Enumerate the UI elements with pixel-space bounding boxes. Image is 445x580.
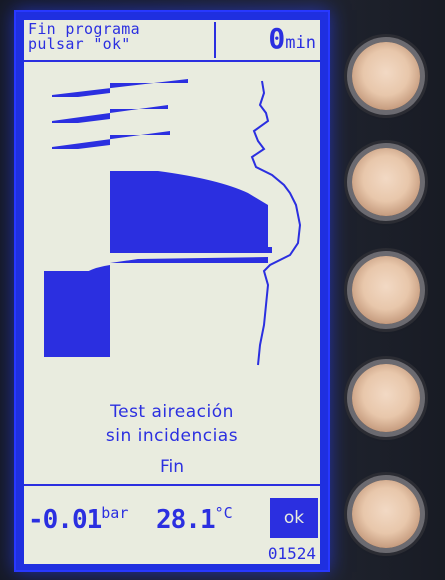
aeration-graph xyxy=(38,75,308,375)
screen-footer: -0.01bar 28.1°C ok 01524 xyxy=(24,484,320,564)
remaining-time: 0min xyxy=(220,22,316,58)
temperature-reading: 28.1°C xyxy=(156,504,233,535)
result-text: Test aireación sin incidencias xyxy=(24,400,320,448)
time-unit: min xyxy=(285,33,316,53)
serial-number: 01524 xyxy=(267,544,316,563)
lcd-screen: Fin programa pulsar "ok" 0min Test airea… xyxy=(24,20,320,564)
pressure-reading: -0.01bar xyxy=(28,504,128,535)
hardware-button-2[interactable] xyxy=(352,148,420,216)
result-line-1: Test aireación xyxy=(110,402,234,422)
graph-fill-step-2 xyxy=(52,105,168,123)
result-line-2: sin incidencias xyxy=(105,426,239,446)
pressure-unit: bar xyxy=(101,504,129,522)
ok-button[interactable]: ok xyxy=(270,498,318,538)
hardware-button-4[interactable] xyxy=(352,364,420,432)
graph-fill-block xyxy=(110,171,272,253)
hardware-button-3[interactable] xyxy=(352,256,420,324)
screen-header: Fin programa pulsar "ok" 0min xyxy=(24,20,320,62)
status-text: Fin xyxy=(159,457,185,477)
pressure-value: -0.01 xyxy=(28,505,102,535)
time-value: 0 xyxy=(268,22,286,55)
message-line-2: pulsar "ok" xyxy=(28,35,131,53)
temperature-value: 28.1 xyxy=(156,505,216,535)
graph-fill-lower xyxy=(110,257,268,263)
program-message: Fin programa pulsar "ok" xyxy=(28,22,216,58)
temperature-unit: °C xyxy=(214,504,233,522)
graph-fill-bottom xyxy=(44,271,110,357)
hardware-button-1[interactable] xyxy=(352,42,420,110)
hardware-button-5[interactable] xyxy=(352,480,420,548)
graph-fill-step-3 xyxy=(52,131,170,149)
aeration-graph-svg xyxy=(44,79,302,366)
graph-fill-step-1 xyxy=(52,79,188,97)
